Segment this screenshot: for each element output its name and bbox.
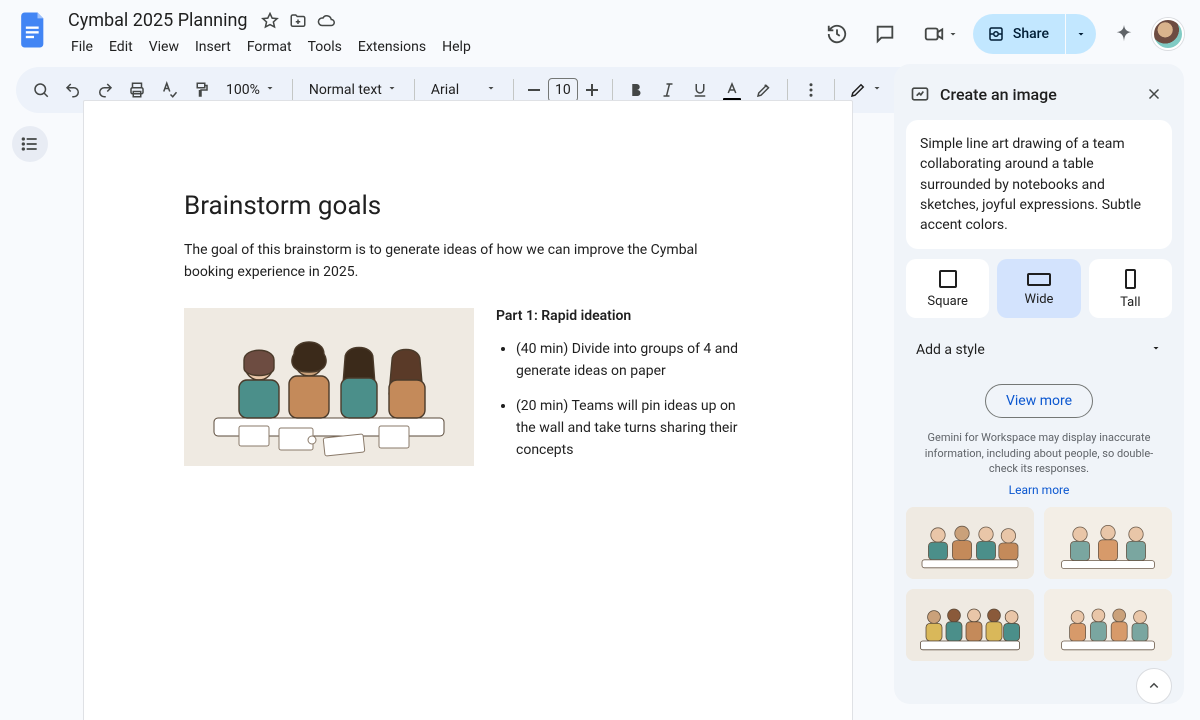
share-label: Share [1013,26,1049,42]
create-image-panel: Create an image Simple line art drawing … [894,64,1184,704]
panel-title: Create an image [940,85,1130,104]
document-area: Brainstorm goals The goal of this brains… [56,68,880,720]
move-folder-icon[interactable] [288,11,308,31]
panel-header: Create an image [906,76,1172,120]
menu-tools[interactable]: Tools [301,35,349,59]
doc-right-column: Part 1: Rapid ideation (40 min) Divide i… [496,308,752,474]
aspect-square[interactable]: Square [906,259,989,318]
document-page[interactable]: Brainstorm goals The goal of this brains… [83,100,853,720]
inserted-image[interactable] [184,308,474,466]
gemini-disclaimer: Gemini for Workspace may display inaccur… [906,430,1172,476]
prompt-textarea[interactable]: Simple line art drawing of a team collab… [906,120,1172,249]
doc-part-title: Part 1: Rapid ideation [496,308,752,324]
outline-toggle-icon[interactable] [12,126,48,162]
square-shape-icon [939,270,957,288]
chevron-down-icon [1150,342,1162,358]
account-avatar[interactable] [1152,18,1184,50]
share-caret[interactable] [1066,14,1096,54]
search-icon[interactable] [26,75,56,105]
title-row: Cymbal 2025 Planning [64,8,478,33]
result-thumb[interactable] [1044,589,1172,661]
doc-title[interactable]: Cymbal 2025 Planning [64,8,252,33]
aspect-label: Square [927,294,968,309]
learn-more-link[interactable]: Learn more [906,483,1172,497]
cloud-status-icon[interactable] [316,11,336,31]
style-placeholder: Add a style [916,342,985,358]
image-spark-icon [910,84,930,104]
doc-two-column: Part 1: Rapid ideation (40 min) Divide i… [184,308,752,474]
aspect-label: Tall [1120,295,1140,310]
menu-extensions[interactable]: Extensions [351,35,433,59]
header-left: Cymbal 2025 Planning File Edit View Inse… [16,8,805,59]
menu-help[interactable]: Help [435,35,478,59]
share-group: Share [973,14,1096,54]
history-icon[interactable] [817,14,857,54]
comments-icon[interactable] [865,14,905,54]
result-thumb[interactable] [906,507,1034,579]
doc-bullet: (40 min) Divide into groups of 4 and gen… [516,338,752,383]
doc-heading: Brainstorm goals [184,191,752,221]
gemini-icon[interactable] [1104,14,1144,54]
view-more-button[interactable]: View more [985,384,1093,418]
aspect-label: Wide [1025,292,1054,307]
menu-insert[interactable]: Insert [188,35,238,59]
wide-shape-icon [1027,273,1051,286]
doc-bullet-list: (40 min) Divide into groups of 4 and gen… [496,338,752,462]
menu-bar: File Edit View Insert Format Tools Exten… [64,35,478,59]
aspect-wide[interactable]: Wide [997,259,1080,318]
view-more-row: View more [906,384,1172,418]
share-button[interactable]: Share [973,14,1065,54]
meet-button[interactable] [913,14,965,54]
style-select[interactable]: Add a style [906,328,1172,372]
title-column: Cymbal 2025 Planning File Edit View Inse… [64,8,478,59]
aspect-ratio-row: Square Wide Tall [906,259,1172,318]
doc-bullet: (20 min) Teams will pin ideas up on the … [516,395,752,462]
star-icon[interactable] [260,11,280,31]
result-thumbnails [906,507,1172,661]
menu-view[interactable]: View [142,35,186,59]
aspect-tall[interactable]: Tall [1089,259,1172,318]
header-bar: Cymbal 2025 Planning File Edit View Inse… [0,0,1200,59]
scroll-up-button[interactable] [1136,668,1172,704]
menu-format[interactable]: Format [240,35,299,59]
result-thumb[interactable] [1044,507,1172,579]
menu-file[interactable]: File [64,35,100,59]
tall-shape-icon [1125,269,1136,289]
close-icon[interactable] [1140,80,1168,108]
menu-edit[interactable]: Edit [102,35,140,59]
result-thumb[interactable] [906,589,1034,661]
doc-intro: The goal of this brainstorm is to genera… [184,239,704,284]
docs-app-icon[interactable] [16,8,52,52]
header-right: Share [817,8,1184,54]
